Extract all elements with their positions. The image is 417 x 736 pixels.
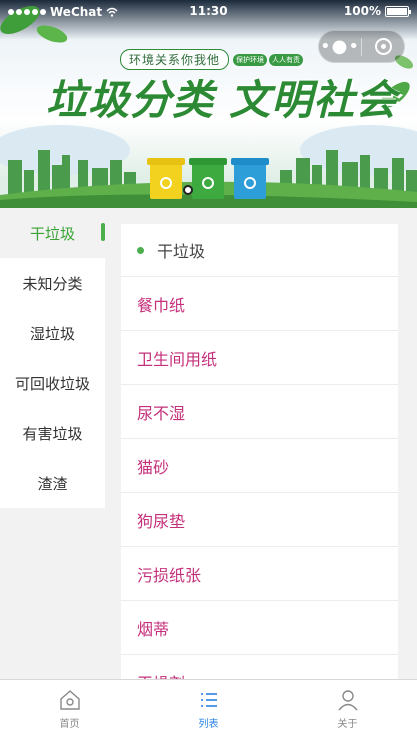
- waste-item-list[interactable]: 干垃圾 餐巾纸 卫生间用纸 尿不湿 猫砂 狗尿垫 污损纸张 烟蒂 干燥剂: [121, 224, 398, 679]
- tab-list[interactable]: 列表: [139, 680, 278, 736]
- sidebar-item-hazardous[interactable]: 有害垃圾: [0, 408, 105, 458]
- banner-tags: 保护环境 人人有责: [233, 54, 303, 66]
- close-miniprogram-button[interactable]: [362, 38, 404, 55]
- list-item[interactable]: 猫砂: [121, 439, 398, 493]
- list-item[interactable]: 烟蒂: [121, 601, 398, 655]
- list-item[interactable]: 污损纸张: [121, 547, 398, 601]
- banner-tag: 保护环境: [233, 54, 267, 66]
- sidebar-item-dry-waste[interactable]: 干垃圾: [0, 208, 105, 258]
- category-sidebar: 干垃圾 未知分类 湿垃圾 可回收垃圾 有害垃圾 渣渣: [0, 208, 105, 508]
- sidebar-item-label: 渣渣: [37, 474, 68, 493]
- sidebar-item-recyclable[interactable]: 可回收垃圾: [0, 358, 105, 408]
- list-item[interactable]: 尿不湿: [121, 385, 398, 439]
- list-item[interactable]: 狗尿垫: [121, 493, 398, 547]
- tab-label: 关于: [337, 719, 358, 730]
- battery-percent: 100%: [343, 4, 381, 18]
- status-bar: WeChat 11:30 100%: [0, 0, 417, 24]
- more-menu-button[interactable]: •●•: [319, 30, 361, 63]
- list-header-title: 干垃圾: [157, 242, 206, 261]
- banner-title: 垃圾分类 文明社会: [46, 76, 398, 124]
- bottom-tab-bar: 首页 列表 关于: [0, 679, 417, 736]
- sidebar-item-label: 湿垃圾: [29, 324, 75, 343]
- banner-tag: 人人有责: [269, 54, 303, 66]
- sidebar-item-label: 有害垃圾: [22, 424, 83, 443]
- list-item[interactable]: 卫生间用纸: [121, 331, 398, 385]
- sidebar-item-label: 可回收垃圾: [14, 374, 90, 393]
- sidebar-item-label: 未知分类: [22, 274, 83, 293]
- close-circle-icon: [374, 38, 392, 55]
- user-icon: [337, 690, 358, 711]
- list-item[interactable]: 干燥剂: [121, 655, 398, 680]
- list-icon: [200, 693, 217, 707]
- tab-label: 首页: [59, 719, 80, 730]
- list-item[interactable]: 餐巾纸: [121, 277, 398, 331]
- home-icon: [59, 690, 80, 710]
- sidebar-item-other[interactable]: 渣渣: [0, 458, 105, 508]
- sidebar-item-label: 干垃圾: [29, 224, 75, 243]
- list-header: 干垃圾: [121, 224, 398, 277]
- sidebar-item-wet-waste[interactable]: 湿垃圾: [0, 308, 105, 358]
- tab-about[interactable]: 关于: [278, 680, 417, 736]
- battery-icon: [385, 5, 411, 17]
- miniprogram-capsule: •●•: [318, 30, 405, 63]
- category-page: 干垃圾 未知分类 湿垃圾 可回收垃圾 有害垃圾 渣渣 干垃圾 餐巾纸 卫生间用纸…: [0, 208, 417, 679]
- tab-label: 列表: [198, 719, 219, 730]
- sidebar-item-unknown[interactable]: 未知分类: [0, 258, 105, 308]
- tab-home[interactable]: 首页: [0, 680, 139, 736]
- bullet-dot-icon: [137, 246, 144, 254]
